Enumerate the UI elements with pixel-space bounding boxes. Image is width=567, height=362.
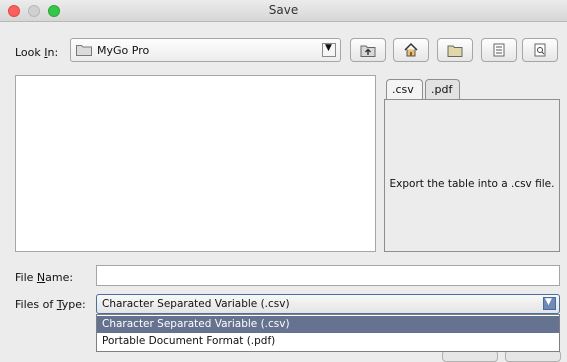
list-view-icon xyxy=(493,43,505,57)
look-in-combo[interactable]: MyGo Pro ▼ xyxy=(70,38,341,62)
chevron-down-icon: ▼ xyxy=(325,43,332,53)
format-description: Export the table into a .csv file. xyxy=(389,178,555,190)
look-in-label: Look In: xyxy=(15,46,59,59)
list-view-button[interactable] xyxy=(481,38,517,62)
up-one-level-button[interactable] xyxy=(350,38,386,62)
option-pdf[interactable]: Portable Document Format (.pdf) xyxy=(97,333,559,350)
files-of-type-label: Files of Type: xyxy=(15,298,86,311)
option-csv[interactable]: Character Separated Variable (.csv) xyxy=(97,316,559,333)
details-view-button[interactable] xyxy=(522,38,558,62)
files-of-type-value: Character Separated Variable (.csv) xyxy=(102,298,290,310)
window-title: Save xyxy=(268,3,299,17)
details-view-icon xyxy=(534,43,546,57)
file-name-label: File Name: xyxy=(15,271,74,284)
look-in-dropdown-button[interactable]: ▼ xyxy=(322,43,336,57)
files-of-type-combo[interactable]: Character Separated Variable (.csv) ▼ xyxy=(96,294,560,314)
tab-pdf[interactable]: .pdf xyxy=(425,79,460,99)
home-icon xyxy=(404,42,418,57)
folder-icon xyxy=(76,45,92,56)
folder-up-icon xyxy=(360,45,376,57)
file-list[interactable] xyxy=(15,75,376,252)
chevron-down-icon: ▼ xyxy=(545,297,552,307)
new-folder-icon xyxy=(447,45,463,57)
files-of-type-options: Character Separated Variable (.csv) Port… xyxy=(96,314,560,352)
format-description-panel: Export the table into a .csv file. xyxy=(384,99,560,252)
tab-csv[interactable]: .csv xyxy=(386,79,423,99)
save-dialog: Save Look In: MyGo Pro ▼ .csv .pdf Expor… xyxy=(0,0,567,362)
new-folder-button[interactable] xyxy=(437,38,473,62)
look-in-value: MyGo Pro xyxy=(97,44,150,57)
files-of-type-dropdown-button[interactable]: ▼ xyxy=(543,297,556,310)
home-button[interactable] xyxy=(393,38,429,62)
file-name-input[interactable] xyxy=(96,265,560,286)
title-bar[interactable]: Save xyxy=(0,0,567,22)
